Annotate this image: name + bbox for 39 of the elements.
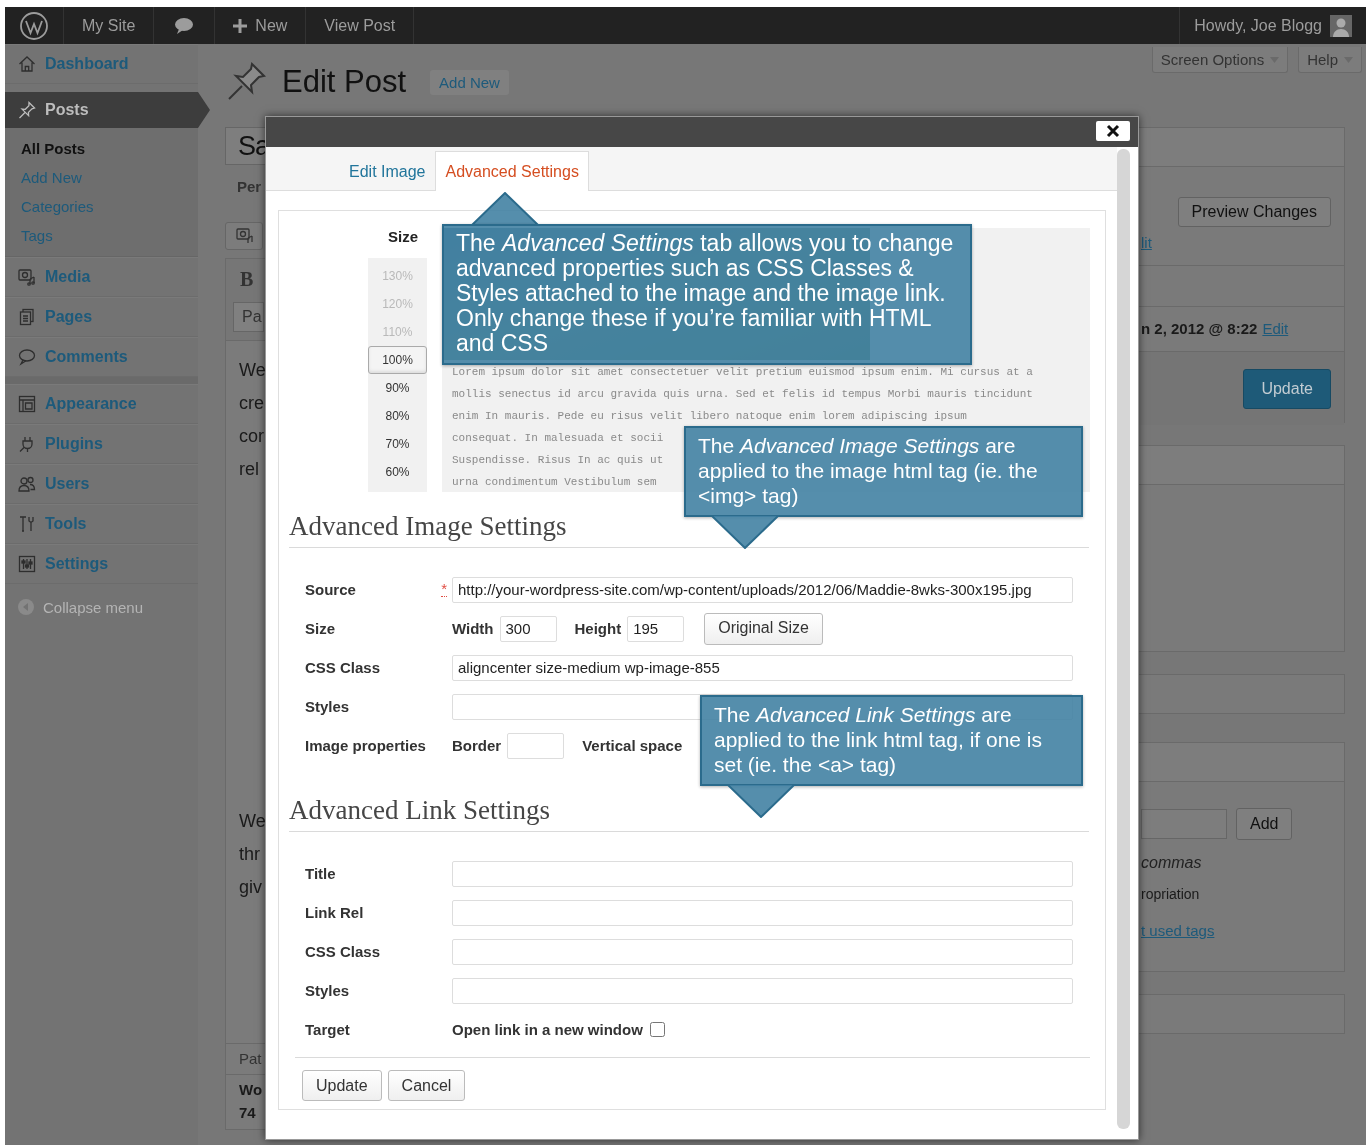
editor-text: cor bbox=[239, 425, 264, 448]
width-label: Width bbox=[452, 620, 494, 637]
field-label: Styles bbox=[305, 982, 350, 999]
required-mark: * bbox=[441, 582, 447, 597]
field-label: CSS Class bbox=[305, 659, 381, 676]
editor-text: We bbox=[239, 359, 266, 382]
field-label: Styles bbox=[305, 698, 350, 715]
tag-note-text: ropriation bbox=[1140, 886, 1201, 902]
height-label: Height bbox=[574, 620, 622, 637]
size-label: Size bbox=[387, 228, 419, 247]
editor-text: giv bbox=[239, 876, 262, 899]
permalink-text: Per bbox=[237, 177, 262, 197]
tag-hint-text: commas bbox=[1140, 854, 1203, 872]
field-label: Target bbox=[305, 1021, 350, 1038]
callout-tooltip: The Advanced Settings tab allows you to change advanced properties such as CSS Classes & Styles attached to the image and the image link. Only change these if you’re familiar with HTML and CSS bbox=[442, 224, 972, 365]
word-count-text: Wo bbox=[239, 1080, 263, 1100]
word-count-text: 74 bbox=[239, 1103, 256, 1123]
field-label: Title bbox=[305, 865, 336, 882]
vertical-space-label: Vertical space bbox=[582, 737, 683, 754]
field-label: CSS Class bbox=[305, 943, 381, 960]
preview-text: urna condimentum Vestibulum sem bbox=[452, 475, 657, 490]
editor-text: We bbox=[239, 810, 266, 833]
field-label: Image properties bbox=[305, 737, 426, 754]
preview-text: enim In mauris. Pede eu risus velit libero natoque enim lorem adipiscing ipsum bbox=[452, 409, 967, 424]
editor-text: rel bbox=[239, 458, 259, 481]
editor-text: thr bbox=[239, 843, 260, 866]
preview-text: mollis senectus id arcu gravida quis urna. Sed et felis id tempus Morbi mauris tincidunt bbox=[452, 387, 1033, 402]
editor-text: cre bbox=[239, 392, 264, 415]
page-title: Edit Post bbox=[282, 64, 407, 100]
field-label: Size bbox=[305, 620, 335, 637]
path-text: Pat bbox=[239, 1050, 262, 1067]
preview-text: consequat. In malesuada et socii bbox=[452, 431, 664, 446]
border-label: Border bbox=[452, 737, 502, 754]
preview-text: Suspendisse. Risus In ac quis ut bbox=[452, 453, 664, 468]
preview-text: Lorem ipsum dolor sit amet consectetuer velit pretium euismod ipsum enim. Mi cursus at a bbox=[452, 365, 1033, 380]
checkbox-label: Open link in a new window bbox=[452, 1021, 643, 1038]
field-label: Source bbox=[305, 581, 356, 598]
field-label: Link Rel bbox=[305, 904, 364, 921]
publish-date-text: n 2, 2012 @ 8:22 bbox=[1141, 320, 1258, 337]
